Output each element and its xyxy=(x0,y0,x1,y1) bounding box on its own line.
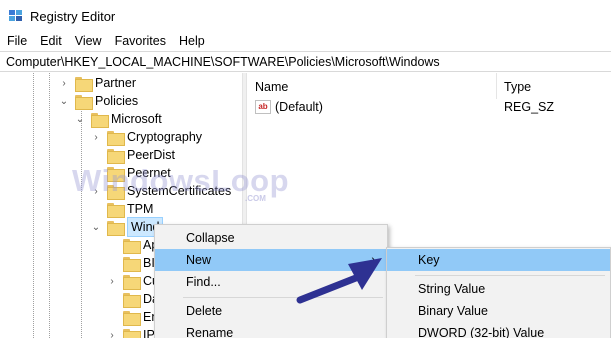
tree-node-label: Partner xyxy=(95,76,136,90)
folder-icon xyxy=(107,148,125,164)
menu-file[interactable]: File xyxy=(0,32,33,51)
folder-icon xyxy=(107,202,125,218)
tree-node[interactable]: › IP xyxy=(107,326,155,338)
registry-editor-icon xyxy=(9,10,22,21)
menu-item-new-label: New xyxy=(186,253,212,267)
expand-chevron-icon[interactable]: › xyxy=(91,132,101,143)
expand-chevron-icon[interactable]: › xyxy=(107,330,117,338)
expand-chevron-icon[interactable]: › xyxy=(59,78,69,89)
column-divider[interactable] xyxy=(496,73,497,99)
tree-node[interactable]: › Cryptography xyxy=(91,128,202,146)
tree-node[interactable]: Da xyxy=(107,290,159,308)
menu-separator xyxy=(415,275,605,276)
menu-view[interactable]: View xyxy=(68,32,108,51)
address-bar[interactable]: Computer\HKEY_LOCAL_MACHINE\SOFTWARE\Pol… xyxy=(0,51,611,72)
collapse-chevron-icon[interactable]: ⌄ xyxy=(59,96,69,107)
tree-node[interactable]: Ap xyxy=(107,236,158,254)
folder-icon xyxy=(123,238,141,254)
menu-item-new[interactable]: New › xyxy=(155,249,387,271)
menu-bar: File Edit View Favorites Help xyxy=(0,32,611,51)
menu-item-find[interactable]: Find... xyxy=(155,271,387,293)
menu-item-rename[interactable]: Rename xyxy=(155,322,387,338)
expand-chevron-icon[interactable]: › xyxy=(107,276,117,287)
submenu-item-binary-value[interactable]: Binary Value xyxy=(387,300,610,322)
tree-node-label: Policies xyxy=(95,94,139,108)
list-header: Name Type xyxy=(247,73,611,99)
menu-help[interactable]: Help xyxy=(172,32,211,51)
folder-icon xyxy=(123,310,141,326)
tree-node[interactable]: › Cu xyxy=(107,272,159,290)
new-submenu: Key String Value Binary Value DWORD (32-… xyxy=(386,247,611,338)
tree-node[interactable]: › Partner xyxy=(59,74,136,92)
tree-guide-line xyxy=(33,73,34,338)
tree-node[interactable]: ⌄ Policies xyxy=(59,92,138,110)
watermark-logo-suffix: .COM xyxy=(245,194,266,203)
tree-node[interactable]: TPM xyxy=(91,200,153,218)
menu-item-collapse[interactable]: Collapse xyxy=(155,227,387,249)
tree-node[interactable]: En xyxy=(107,308,158,326)
tree-node-label: Microsoft xyxy=(111,112,162,126)
tree-guide-line xyxy=(81,109,82,338)
menu-separator xyxy=(183,297,383,298)
list-item[interactable]: ab (Default) REG_SZ xyxy=(255,99,605,117)
folder-icon xyxy=(75,94,93,110)
folder-icon xyxy=(75,76,93,92)
submenu-item-dword-value[interactable]: DWORD (32-bit) Value xyxy=(387,322,610,338)
tree-node-label: Cryptography xyxy=(127,130,203,144)
context-menu: Collapse New › Find... Delete Rename xyxy=(154,224,388,338)
column-header-name[interactable]: Name xyxy=(255,80,288,94)
tree-node-label: TPM xyxy=(127,202,154,216)
tree-node[interactable]: BI xyxy=(107,254,155,272)
collapse-chevron-icon[interactable]: ⌄ xyxy=(75,114,85,125)
folder-icon xyxy=(123,256,141,272)
tree-node[interactable]: ⌄ Microsoft xyxy=(75,110,162,128)
submenu-arrow-icon: › xyxy=(371,254,375,266)
folder-icon xyxy=(91,112,109,128)
value-name: (Default) xyxy=(275,100,323,114)
menu-favorites[interactable]: Favorites xyxy=(108,32,172,51)
address-path[interactable]: Computer\HKEY_LOCAL_MACHINE\SOFTWARE\Pol… xyxy=(6,55,440,69)
submenu-item-string-value[interactable]: String Value xyxy=(387,278,610,300)
column-header-type[interactable]: Type xyxy=(504,80,531,94)
menu-item-delete[interactable]: Delete xyxy=(155,300,387,322)
submenu-item-key[interactable]: Key xyxy=(387,249,610,271)
folder-icon xyxy=(123,274,141,290)
folder-icon xyxy=(123,292,141,308)
tree-node[interactable]: PeerDist xyxy=(91,146,175,164)
collapse-chevron-icon[interactable]: ⌄ xyxy=(91,222,101,233)
tree-guide-line xyxy=(49,73,50,338)
tree-node-label: PeerDist xyxy=(127,148,175,162)
window-title: Registry Editor xyxy=(30,9,116,24)
tree-node-selected[interactable]: ⌄ Wind xyxy=(91,217,164,237)
folder-icon xyxy=(123,328,141,338)
folder-icon xyxy=(107,130,125,146)
folder-icon xyxy=(107,220,125,236)
title-bar: Registry Editor xyxy=(0,0,611,32)
menu-edit[interactable]: Edit xyxy=(33,32,68,51)
value-type: REG_SZ xyxy=(504,100,555,114)
string-value-icon: ab xyxy=(255,100,271,114)
